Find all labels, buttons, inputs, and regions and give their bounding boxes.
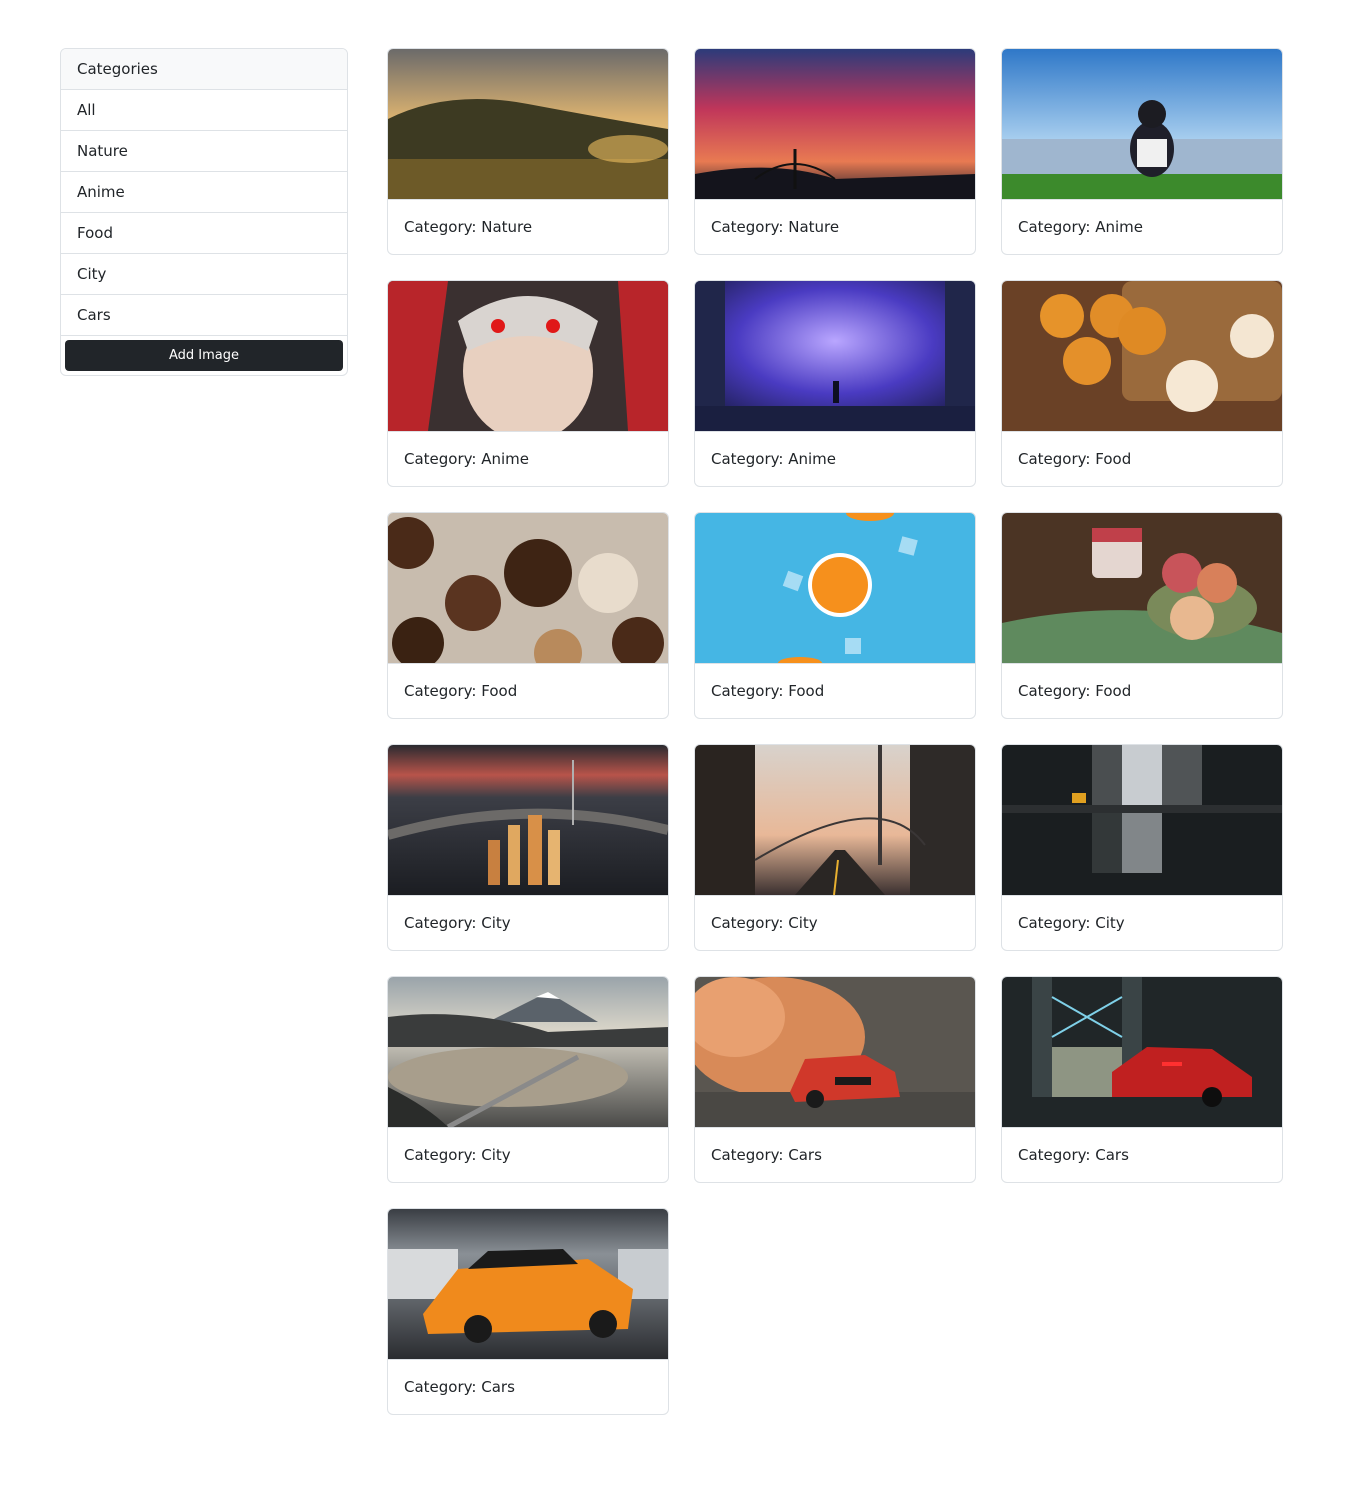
image-thumbnail[interactable] [695,745,975,895]
image-card[interactable]: Category: City [387,744,669,951]
card-caption: Category: Cars [695,1127,975,1182]
image-card[interactable]: Category: Anime [694,280,976,487]
image-thumbnail[interactable] [1002,977,1282,1127]
image-thumbnail[interactable] [388,977,668,1127]
category-item-anime[interactable]: Anime [61,172,347,213]
image-thumbnail[interactable] [1002,745,1282,895]
image-card[interactable]: Category: City [1001,744,1283,951]
card-caption: Category: Anime [1002,199,1282,254]
card-caption: Category: Food [1002,663,1282,718]
add-image-wrap: Add Image [61,336,347,375]
image-thumbnail[interactable] [388,513,668,663]
image-thumbnail[interactable] [1002,281,1282,431]
card-caption: Category: City [388,895,668,950]
category-item-all[interactable]: All [61,90,347,131]
category-item-cars[interactable]: Cars [61,295,347,336]
image-thumbnail[interactable] [695,513,975,663]
image-thumbnail[interactable] [388,1209,668,1359]
card-caption: Category: Cars [1002,1127,1282,1182]
card-caption: Category: Food [695,663,975,718]
image-card[interactable]: Category: Cars [1001,976,1283,1183]
category-item-nature[interactable]: Nature [61,131,347,172]
image-thumbnail[interactable] [388,49,668,199]
image-card[interactable]: Category: Cars [694,976,976,1183]
image-thumbnail[interactable] [388,281,668,431]
image-card[interactable]: Category: Food [387,512,669,719]
image-thumbnail[interactable] [1002,49,1282,199]
image-card[interactable]: Category: Nature [694,48,976,255]
categories-panel: Categories All Nature Anime Food City Ca… [60,48,348,376]
add-image-button[interactable]: Add Image [65,340,343,371]
card-caption: Category: Food [1002,431,1282,486]
card-caption: Category: Cars [388,1359,668,1414]
card-caption: Category: City [695,895,975,950]
image-thumbnail[interactable] [695,49,975,199]
card-caption: Category: Anime [388,431,668,486]
image-thumbnail[interactable] [1002,513,1282,663]
card-caption: Category: Nature [695,199,975,254]
categories-header: Categories [61,49,347,90]
card-caption: Category: Nature [388,199,668,254]
card-caption: Category: City [1002,895,1282,950]
image-thumbnail[interactable] [695,977,975,1127]
image-thumbnail[interactable] [695,281,975,431]
image-card[interactable]: Category: Food [1001,280,1283,487]
card-caption: Category: Anime [695,431,975,486]
image-card[interactable]: Category: Food [1001,512,1283,719]
category-item-food[interactable]: Food [61,213,347,254]
image-card[interactable]: Category: Food [694,512,976,719]
image-card[interactable]: Category: City [387,976,669,1183]
card-caption: Category: City [388,1127,668,1182]
card-caption: Category: Food [388,663,668,718]
image-card[interactable]: Category: Cars [387,1208,669,1415]
image-thumbnail[interactable] [388,745,668,895]
image-card[interactable]: Category: Anime [387,280,669,487]
image-card[interactable]: Category: Anime [1001,48,1283,255]
category-item-city[interactable]: City [61,254,347,295]
image-card[interactable]: Category: City [694,744,976,951]
image-card[interactable]: Category: Nature [387,48,669,255]
image-grid: Category: Nature Category: Nature Catego… [387,48,1283,1415]
